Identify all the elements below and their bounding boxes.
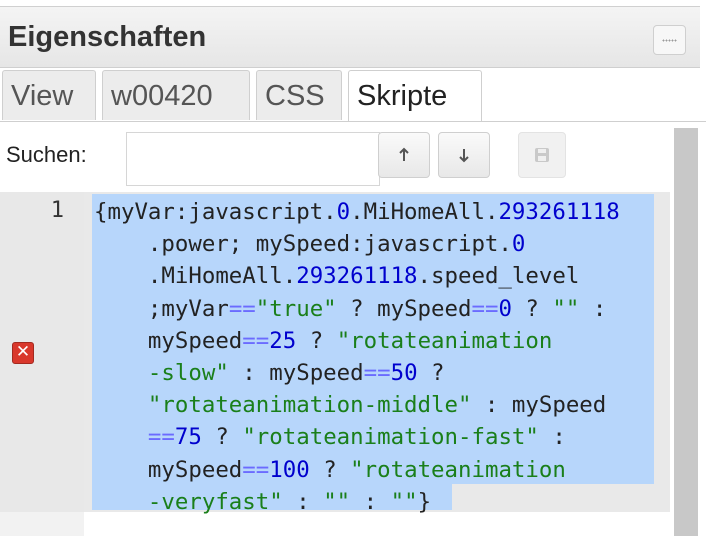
code-token: ? bbox=[309, 456, 351, 483]
code-line: .MiHomeAll.293261118.speed_level bbox=[94, 260, 664, 292]
code-token: == bbox=[471, 295, 499, 322]
code-token: -slow" bbox=[94, 360, 229, 387]
code-token: "" bbox=[390, 488, 418, 515]
tab-css[interactable]: CSS bbox=[256, 70, 342, 120]
code-token: -veryfast" bbox=[94, 488, 283, 515]
tab-skripte[interactable]: Skripte bbox=[348, 70, 482, 122]
search-input[interactable] bbox=[126, 132, 380, 186]
code-token: : bbox=[282, 488, 324, 515]
grip-icon bbox=[662, 39, 677, 42]
panel-titlebar: Eigenschaften bbox=[0, 6, 700, 68]
code-token: 50 bbox=[390, 360, 418, 387]
arrow-down-icon bbox=[459, 149, 469, 163]
code-token: : bbox=[350, 488, 391, 515]
search-label: Suchen: bbox=[6, 142, 87, 167]
code-token: 293261118 bbox=[296, 263, 418, 290]
code-token: ? bbox=[296, 327, 337, 354]
search-down-button[interactable] bbox=[438, 132, 490, 178]
code-token: "rotateanimation-fast" bbox=[242, 424, 539, 451]
code-line: ==75 ? "rotateanimation-fast" : bbox=[94, 421, 664, 453]
code-line: -slow" : mySpeed==50 ? bbox=[94, 357, 664, 389]
code-token: : mySpeed bbox=[471, 392, 607, 419]
code-token: } bbox=[417, 488, 432, 515]
code-content[interactable]: {myVar:javascript.0.MiHomeAll.293261118 … bbox=[94, 196, 664, 518]
code-token: "true" bbox=[255, 295, 337, 322]
search-up-button[interactable] bbox=[378, 132, 430, 178]
code-token: 100 bbox=[269, 456, 310, 483]
code-token: 293261118 bbox=[498, 199, 620, 225]
code-token: "" bbox=[552, 295, 580, 322]
code-token: .speed_level bbox=[417, 263, 580, 290]
code-token: ;myVar bbox=[94, 295, 229, 322]
code-line: .power; mySpeed:javascript.0 bbox=[94, 228, 664, 260]
save-icon bbox=[535, 148, 549, 162]
code-editor[interactable]: 1 ✕ {myVar:javascript.0.MiHomeAll.293261… bbox=[0, 192, 672, 536]
code-token: 0 bbox=[511, 231, 526, 258]
code-token: mySpeed bbox=[94, 456, 243, 483]
code-token: 25 bbox=[269, 327, 297, 354]
error-icon[interactable]: ✕ bbox=[12, 342, 34, 364]
code-token: == bbox=[242, 327, 270, 354]
panel-menu-button[interactable] bbox=[653, 25, 686, 55]
tab-w00420[interactable]: w00420 bbox=[102, 70, 250, 120]
code-token: "rotateanimation bbox=[336, 327, 553, 354]
code-line: mySpeed==25 ? "rotateanimation bbox=[94, 325, 664, 357]
tab-divider bbox=[0, 121, 706, 122]
panel-title: Eigenschaften bbox=[8, 21, 207, 53]
code-token: .MiHomeAll. bbox=[94, 263, 297, 290]
code-token: 0 bbox=[336, 199, 351, 225]
code-token: ? mySpeed bbox=[336, 295, 472, 322]
tab-view[interactable]: View bbox=[2, 70, 96, 120]
code-token: : bbox=[538, 424, 566, 451]
code-token: == bbox=[147, 424, 175, 451]
code-token: : mySpeed bbox=[228, 360, 364, 387]
code-token: ? bbox=[201, 424, 243, 451]
vertical-scrollbar[interactable] bbox=[674, 128, 698, 536]
code-token: 75 bbox=[174, 424, 202, 451]
code-line: {myVar:javascript.0.MiHomeAll.293261118 bbox=[94, 196, 664, 228]
code-token: == bbox=[242, 456, 270, 483]
arrow-up-icon bbox=[399, 147, 409, 161]
code-token: ? bbox=[417, 360, 445, 387]
code-line: mySpeed==100 ? "rotateanimation bbox=[94, 454, 664, 486]
code-token: "rotateanimation bbox=[350, 456, 566, 483]
code-token: .MiHomeAll. bbox=[350, 199, 499, 225]
code-token: == bbox=[228, 295, 256, 322]
code-token: mySpeed bbox=[94, 327, 243, 354]
code-token: : bbox=[579, 295, 607, 322]
line-number: 1 bbox=[50, 198, 64, 223]
code-token: == bbox=[363, 360, 391, 387]
code-token: .power; mySpeed:javascript. bbox=[94, 231, 512, 258]
code-token: {myVar:javascript. bbox=[94, 199, 337, 225]
code-token: 0 bbox=[498, 295, 512, 322]
code-token: "rotateanimation-middle" bbox=[94, 392, 472, 419]
tab-bar: View w00420 CSS Skripte bbox=[0, 70, 706, 122]
save-button[interactable] bbox=[518, 132, 566, 178]
code-token: ? bbox=[511, 295, 553, 322]
gutter-filler bbox=[0, 512, 84, 536]
properties-panel: Eigenschaften View w00420 CSS Skripte Su… bbox=[0, 0, 706, 536]
code-line: "rotateanimation-middle" : mySpeed bbox=[94, 389, 664, 421]
code-line: ;myVar=="true" ? mySpeed==0 ? "" : bbox=[94, 293, 664, 325]
code-line: -veryfast" : "" : ""} bbox=[94, 486, 664, 518]
code-token: "" bbox=[323, 488, 351, 515]
